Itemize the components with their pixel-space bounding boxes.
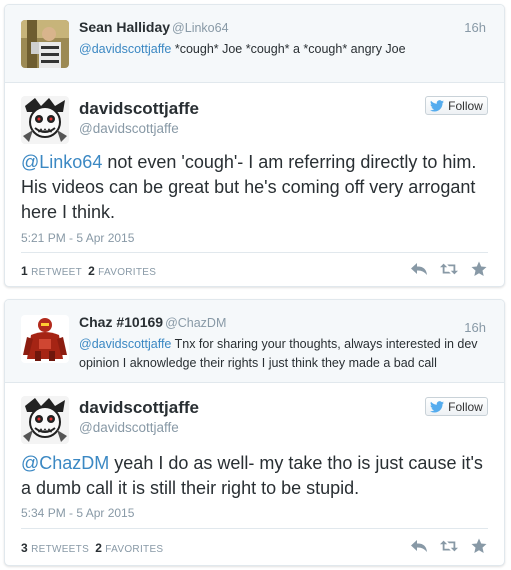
author-name[interactable]: davidscottjaffe [79, 398, 199, 418]
parent-text: @davidscottjaffe *cough* Joe *cough* a *… [79, 42, 406, 56]
favorite-icon[interactable] [470, 261, 488, 277]
tweet-timestamp[interactable]: 5:34 PM - 5 Apr 2015 [21, 506, 134, 520]
twitter-bird-icon [430, 400, 445, 413]
parent-time[interactable]: 16h [464, 20, 486, 35]
parent-handle[interactable]: @ChazDM [165, 316, 226, 330]
avatar[interactable] [21, 396, 69, 444]
parent-author[interactable]: Sean Halliday @Linko64 [79, 19, 229, 35]
tweet-stats: 3 RETWEETS 2 FAVORITES [21, 541, 164, 555]
mention-link[interactable]: @Linko64 [21, 152, 102, 172]
favorite-icon[interactable] [470, 538, 488, 554]
parent-time[interactable]: 16h [464, 320, 486, 335]
parent-tweet: Sean Halliday @Linko64 16h @davidscottjaf… [5, 5, 504, 83]
retweet-count[interactable]: 3 [21, 541, 28, 555]
divider [21, 252, 488, 253]
follow-button[interactable]: Follow [425, 96, 488, 115]
mention-link[interactable]: @ChazDM [21, 453, 109, 473]
tweet-stats: 1 RETWEET 2 FAVORITES [21, 264, 157, 278]
follow-label: Follow [448, 98, 483, 113]
favorite-count[interactable]: 2 [95, 541, 102, 555]
parent-author[interactable]: Chaz #10169 @ChazDM [79, 314, 226, 330]
author-handle[interactable]: @davidscottjaffe [79, 420, 179, 435]
mention-link[interactable]: @davidscottjaffe [79, 337, 171, 351]
reply-icon[interactable] [410, 261, 428, 277]
retweet-count[interactable]: 1 [21, 264, 28, 278]
mention-link[interactable]: @davidscottjaffe [79, 42, 171, 56]
retweet-icon[interactable] [440, 261, 458, 277]
tweet-actions [410, 261, 488, 277]
parent-text: @davidscottjaffe Tnx for sharing your th… [79, 337, 478, 370]
favorite-count[interactable]: 2 [88, 264, 95, 278]
parent-handle[interactable]: @Linko64 [172, 21, 228, 35]
twitter-bird-icon [430, 99, 445, 112]
reply-icon[interactable] [410, 538, 428, 554]
avatar[interactable] [21, 20, 69, 68]
divider [21, 528, 488, 529]
parent-tweet: Chaz #10169 @ChazDM 16h @davidscottjaffe … [5, 300, 504, 383]
avatar[interactable] [21, 96, 69, 144]
tweet-card: Chaz #10169 @ChazDM 16h @davidscottjaffe … [4, 299, 505, 566]
follow-button[interactable]: Follow [425, 397, 488, 416]
author-handle[interactable]: @davidscottjaffe [79, 121, 179, 136]
author-name[interactable]: davidscottjaffe [79, 99, 199, 119]
tweet-text: @ChazDM yeah I do as well- my take tho i… [21, 453, 483, 498]
tweet-card: Sean Halliday @Linko64 16h @davidscottjaf… [4, 4, 505, 287]
tweet-text: @Linko64 not even 'cough'- I am referrin… [21, 152, 477, 222]
follow-label: Follow [448, 399, 483, 414]
avatar[interactable] [21, 315, 69, 363]
tweet-timestamp[interactable]: 5:21 PM - 5 Apr 2015 [21, 231, 134, 245]
retweet-icon[interactable] [440, 538, 458, 554]
tweet-actions [410, 538, 488, 554]
